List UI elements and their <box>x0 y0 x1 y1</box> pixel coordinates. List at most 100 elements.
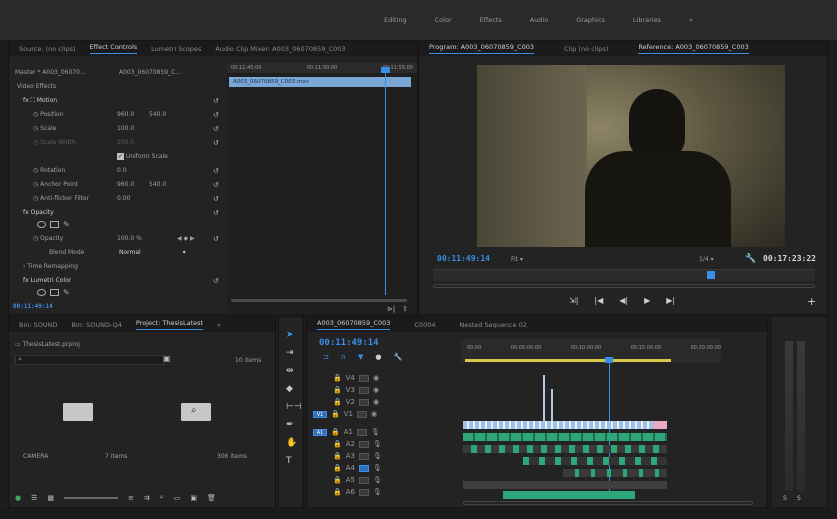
timeline-timecode[interactable]: 00:11:49:14 <box>319 338 379 348</box>
wrench-icon[interactable]: 🔧 <box>745 254 756 264</box>
snap-icon[interactable]: ⊐ <box>323 353 329 361</box>
lock-icon[interactable]: 🔒 <box>333 488 342 496</box>
tab-sequence-c0004[interactable]: C0004 <box>414 321 435 329</box>
program-scrubber-playhead[interactable] <box>707 271 715 279</box>
new-item-icon[interactable]: ▣ <box>190 494 197 502</box>
eye-icon[interactable]: ◉ <box>373 386 379 394</box>
workspace-tab-effects[interactable]: Effects <box>480 16 502 24</box>
stopwatch-icon[interactable]: ◷ <box>33 181 38 188</box>
reset-icon[interactable]: ↺ <box>213 277 219 285</box>
workspace-tab-editing[interactable]: Editing <box>384 16 407 24</box>
lock-icon[interactable]: ● <box>15 494 21 502</box>
workspace-tab-color[interactable]: Color <box>435 16 452 24</box>
source-patch-a1[interactable]: A1 <box>313 428 327 436</box>
video-clip-tall-marker[interactable] <box>551 389 553 421</box>
lock-icon[interactable]: 🔒 <box>333 464 342 472</box>
tab-effect-controls[interactable]: Effect Controls <box>90 43 138 54</box>
timeline-marker-icon[interactable]: ● <box>375 353 381 361</box>
reset-icon[interactable]: ↺ <box>213 111 219 119</box>
resolution-select[interactable]: 1/4 ▾ <box>699 256 714 263</box>
ellipse-mask-icon[interactable] <box>37 221 46 228</box>
tab-source[interactable]: Source: (no clips) <box>19 45 76 53</box>
mute-toggle[interactable] <box>358 488 369 496</box>
lumetri-color-row[interactable]: fx Lumetri Color <box>23 277 71 284</box>
tab-audio-clip-mixer[interactable]: Audio Clip Mixer: A003_06070859_C003 <box>215 45 345 53</box>
sync-lock-toggle[interactable] <box>358 386 369 394</box>
lock-icon[interactable]: 🔒 <box>331 410 340 418</box>
blend-mode-select[interactable]: Normal ▾ <box>119 249 186 256</box>
audio-clip-row-1[interactable] <box>463 433 667 441</box>
reset-icon[interactable]: ↺ <box>213 97 219 105</box>
mic-icon[interactable]: 🎙 <box>373 464 382 472</box>
tab-project[interactable]: Project: ThesisLatest <box>136 319 203 330</box>
track-header-v4[interactable]: 🔒 V4 ◉ <box>307 373 437 383</box>
tab-clip[interactable]: Clip (no clips) <box>564 45 608 53</box>
tab-bin-sound[interactable]: Bin: SOUND <box>19 321 58 329</box>
audio-clip-row-6[interactable] <box>503 491 635 499</box>
position-y-value[interactable]: 540.0 <box>149 111 166 118</box>
go-to-out-icon[interactable]: ▶| <box>666 296 675 305</box>
linked-selection-icon[interactable]: ∩ <box>341 353 346 361</box>
track-header-v3[interactable]: 🔒 V3 ◉ <box>307 385 437 395</box>
uniform-scale-row[interactable]: ✓ Uniform Scale <box>117 153 168 160</box>
source-patch-v1[interactable]: V1 <box>313 410 327 418</box>
lock-icon[interactable]: 🔒 <box>331 428 340 436</box>
trash-icon[interactable]: 🗑 <box>207 494 216 502</box>
program-timecode[interactable]: 00:11:49:14 <box>437 254 490 263</box>
sequence-clip-label[interactable]: A003_06070859_C... <box>119 69 181 76</box>
mini-timeline-playhead-handle[interactable] <box>381 67 390 73</box>
mic-icon[interactable]: 🎙 <box>373 476 382 484</box>
filter-icon[interactable]: ⊳| <box>387 305 395 313</box>
zoom-slider[interactable] <box>64 496 119 499</box>
rectangle-mask-icon[interactable] <box>50 221 59 228</box>
hand-tool-icon[interactable]: ✋ <box>286 439 297 448</box>
mute-toggle[interactable] <box>358 452 369 460</box>
video-clip-tall-marker[interactable] <box>543 375 545 421</box>
sort-icon[interactable]: ≡ <box>128 494 134 502</box>
workspace-tab-audio[interactable]: Audio <box>530 16 548 24</box>
audio-clip-row-2[interactable] <box>463 445 667 453</box>
workspace-overflow-icon[interactable]: » <box>689 16 693 24</box>
pen-mask-icon[interactable]: ✎ <box>63 221 70 229</box>
solo-left-button[interactable]: S <box>783 495 787 502</box>
selection-tool-icon[interactable]: ➤ <box>286 331 294 340</box>
track-header-a6[interactable]: 🔒 A6 🎙 <box>307 487 437 497</box>
reset-icon[interactable]: ↺ <box>213 195 219 203</box>
mini-timeline-playhead[interactable] <box>385 69 386 295</box>
overflow-icon[interactable]: » <box>217 321 221 329</box>
timeline-ruler[interactable]: 00:00 00:05:00:00 00:10:00:00 00:15:00:0… <box>461 339 721 363</box>
slip-tool-icon[interactable]: ⊢⊣ <box>286 403 302 412</box>
program-video-frame[interactable] <box>477 65 785 247</box>
play-icon[interactable]: ▶ <box>644 296 650 305</box>
track-header-v2[interactable]: 🔒 V2 ◉ <box>307 397 437 407</box>
search-icon[interactable]: ⌕ <box>160 493 164 502</box>
pen-tool-icon[interactable]: ✒ <box>286 421 294 430</box>
bin-search-thumbnail[interactable]: ⌕ <box>181 403 211 421</box>
ripple-edit-tool-icon[interactable]: ⇹ <box>286 367 294 376</box>
tab-lumetri-scopes[interactable]: Lumetri Scopes <box>151 45 201 53</box>
opacity-effect-row[interactable]: fx Opacity <box>23 209 54 216</box>
sync-lock-toggle[interactable] <box>358 398 369 406</box>
export-icon[interactable]: ⇧ <box>402 305 408 313</box>
stopwatch-icon[interactable]: ◷ <box>33 167 38 174</box>
program-zoom-scroll[interactable] <box>433 284 815 288</box>
keyframe-nav-icon[interactable]: ◀ ◆ ▶ <box>177 235 195 242</box>
tab-bin-sound-q4[interactable]: Bin: SOUND-Q4 <box>72 321 122 329</box>
reset-icon[interactable]: ↺ <box>213 167 219 175</box>
position-x-value[interactable]: 960.0 <box>117 111 134 118</box>
motion-effect-row[interactable]: fx ⛶ Motion <box>23 97 57 105</box>
workspace-tab-graphics[interactable]: Graphics <box>576 16 605 24</box>
mic-icon[interactable]: 🎙 <box>373 452 382 460</box>
effect-controls-timecode[interactable]: 00:11:49:14 <box>13 303 53 310</box>
track-header-a3[interactable]: 🔒 A3 🎙 <box>307 451 437 461</box>
sync-lock-toggle[interactable] <box>358 374 369 382</box>
tab-reference[interactable]: Reference: A003_06070859_C003 <box>638 43 748 54</box>
lock-icon[interactable]: 🔒 <box>333 440 342 448</box>
icon-view-icon[interactable]: ▦ <box>47 494 54 502</box>
mini-timeline-clip[interactable]: A003_06070859_C003.mov <box>229 77 411 87</box>
list-view-icon[interactable]: ☰ <box>31 494 37 502</box>
lock-icon[interactable]: 🔒 <box>333 386 342 394</box>
master-clip-label[interactable]: Master * A003_06070... <box>15 69 86 76</box>
workspace-tab-libraries[interactable]: Libraries <box>633 16 661 24</box>
audio-clip-row-5[interactable] <box>463 481 667 489</box>
